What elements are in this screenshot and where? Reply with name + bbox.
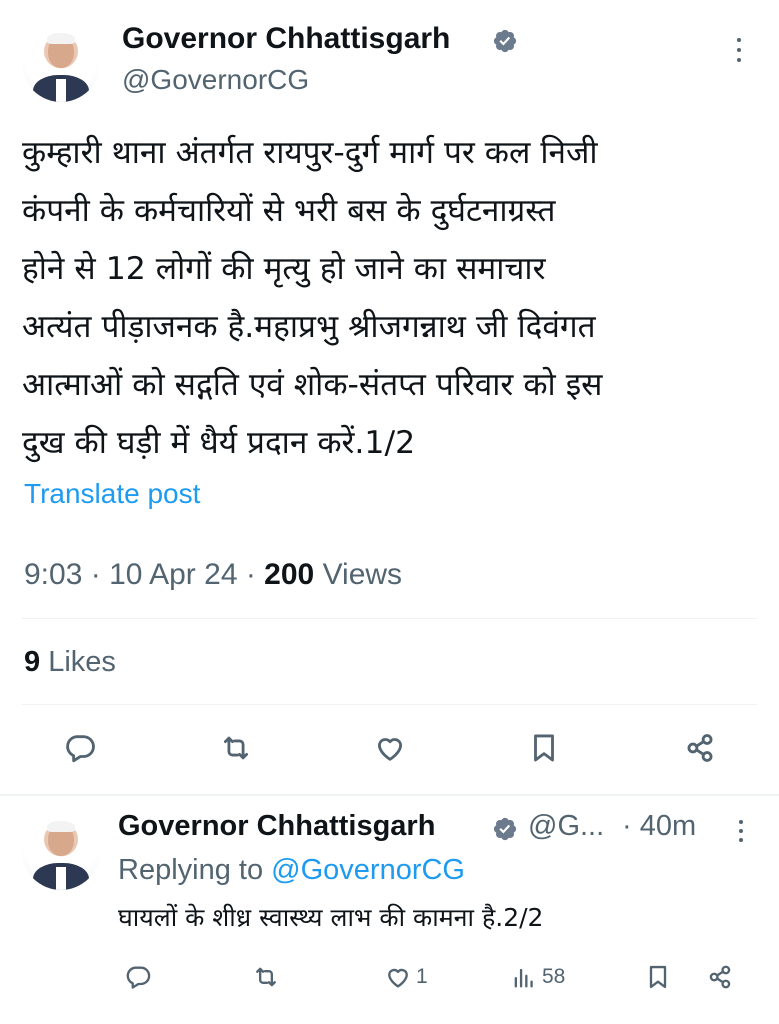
bookmark-button[interactable] bbox=[644, 960, 672, 994]
replying-prefix: Replying to bbox=[118, 854, 264, 886]
separator-dot: · bbox=[90, 558, 110, 591]
like-icon bbox=[388, 968, 408, 988]
views-label: Views bbox=[322, 558, 403, 591]
reply-icon bbox=[66, 735, 95, 763]
share-button[interactable] bbox=[680, 728, 720, 768]
tweet-text-line: कंपनी के कर्मचारियों से भरी बस के दुर्घट… bbox=[22, 193, 556, 229]
author-handle[interactable]: @GovernorCG bbox=[122, 64, 309, 96]
likes-summary[interactable]: 9 Likes bbox=[24, 646, 116, 679]
bookmark-icon bbox=[534, 734, 554, 762]
divider bbox=[22, 618, 757, 619]
views-icon bbox=[514, 968, 533, 988]
likes-count: 9 bbox=[24, 646, 41, 678]
more-options-icon[interactable] bbox=[736, 820, 746, 848]
mention-link[interactable]: @GovernorCG bbox=[271, 854, 465, 886]
author-handle[interactable]: @G... bbox=[528, 810, 604, 843]
verified-badge-icon bbox=[493, 29, 517, 53]
retweet-icon bbox=[223, 736, 249, 760]
tweet-text-line: आत्माओं को सद्गति एवं शोक-संतप्त परिवार … bbox=[22, 367, 603, 403]
like-button[interactable]: 1 bbox=[384, 960, 428, 994]
reply-button[interactable] bbox=[124, 960, 152, 994]
author-display-name[interactable]: Governor Chhattisgarh bbox=[118, 810, 435, 843]
likes-label: Likes bbox=[48, 646, 116, 678]
like-count: 1 bbox=[416, 965, 428, 988]
share-button[interactable] bbox=[706, 960, 734, 994]
reply-icon bbox=[126, 966, 151, 989]
retweet-button[interactable] bbox=[252, 960, 280, 994]
divider bbox=[22, 704, 757, 705]
like-icon bbox=[377, 738, 403, 761]
bookmark-button[interactable] bbox=[524, 728, 564, 768]
tweet-text-line: दुख की घड़ी में धैर्य प्रदान करें.1/2 bbox=[22, 425, 416, 461]
tweet-time[interactable]: · 40m bbox=[622, 810, 696, 843]
separator-dot: · bbox=[245, 558, 265, 591]
views-count: 58 bbox=[542, 965, 566, 988]
tweet-text-line: अत्यंत पीड़ाजनक है.महाप्रभु श्रीजगन्नाथ … bbox=[22, 309, 596, 345]
avatar[interactable] bbox=[22, 24, 100, 102]
verified-badge-icon bbox=[493, 817, 517, 841]
share-icon bbox=[687, 734, 713, 762]
tweet-separator bbox=[0, 794, 779, 796]
tweet-text-line: होने से 12 लोगों की मृत्यु हो जाने का सम… bbox=[22, 251, 546, 287]
retweet-button[interactable] bbox=[216, 728, 256, 768]
author-display-name[interactable]: Governor Chhattisgarh bbox=[122, 22, 450, 56]
tweet-date[interactable]: 10 Apr 24 bbox=[109, 558, 237, 591]
share-icon bbox=[709, 965, 731, 989]
like-button[interactable] bbox=[370, 728, 410, 768]
avatar[interactable] bbox=[22, 812, 100, 890]
tweet-time[interactable]: 9:03 bbox=[24, 558, 82, 591]
tweet-metadata: 9:03 · 10 Apr 24 · 200 Views bbox=[24, 558, 402, 592]
tweet-text: कुम्हारी थाना अंतर्गत रायपुर-दुर्ग मार्ग… bbox=[22, 124, 762, 472]
tweet-text: घायलों के शीध्र स्वास्थ्य लाभ की कामना ह… bbox=[118, 903, 544, 932]
views-button[interactable]: 58 bbox=[510, 960, 565, 994]
retweet-icon bbox=[256, 967, 276, 987]
tweet-text-line: कुम्हारी थाना अंतर्गत रायपुर-दुर्ग मार्ग… bbox=[22, 135, 598, 171]
reply-button[interactable] bbox=[60, 728, 100, 768]
replying-to: Replying to @GovernorCG bbox=[118, 854, 465, 887]
more-options-icon[interactable] bbox=[734, 38, 744, 72]
bookmark-icon bbox=[649, 965, 667, 989]
translate-post-link[interactable]: Translate post bbox=[24, 478, 200, 510]
main-tweet: Governor Chhattisgarh @GovernorCG कुम्हा… bbox=[0, 0, 779, 794]
views-count: 200 bbox=[264, 558, 315, 591]
